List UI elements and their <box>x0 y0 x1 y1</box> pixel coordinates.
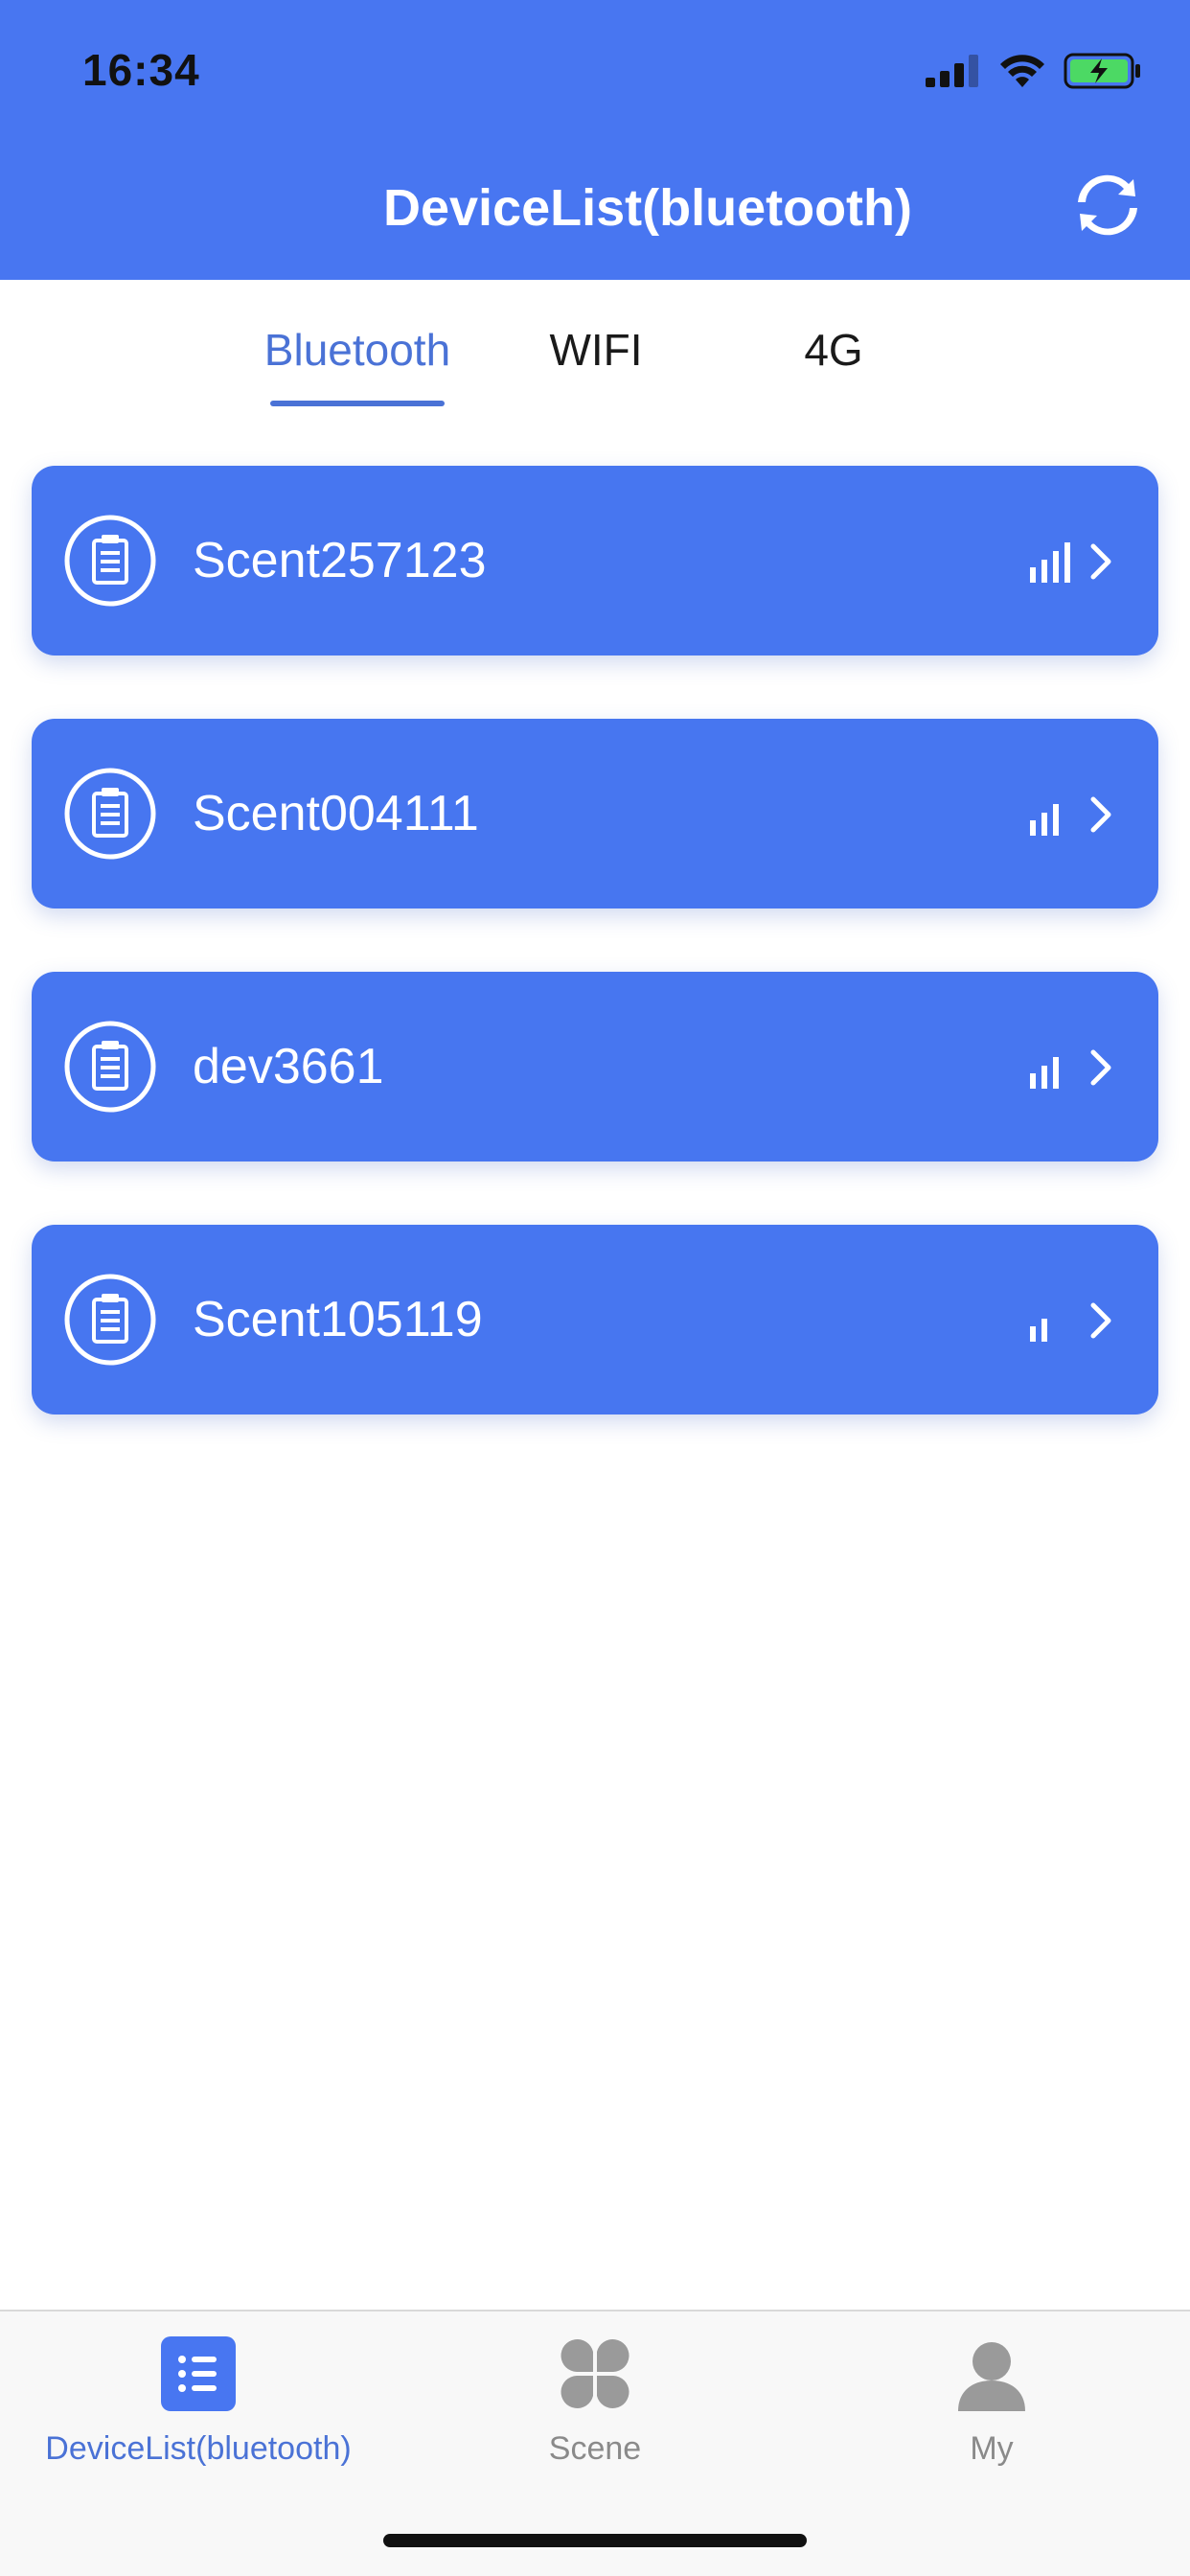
clover-icon <box>561 2339 629 2408</box>
battery-charging-icon <box>1064 53 1140 89</box>
active-tab-indicator <box>270 401 445 406</box>
chevron-right-icon <box>1090 1302 1111 1339</box>
wifi-icon <box>1000 55 1044 87</box>
device-clipboard-icon <box>64 768 156 860</box>
person-icon <box>958 2342 1025 2411</box>
refresh-icon <box>1078 174 1137 236</box>
signal-strength-icon <box>1030 542 1070 583</box>
list-icon <box>161 2336 236 2411</box>
status-icons <box>926 50 1142 92</box>
cellular-signal-icon <box>926 55 978 87</box>
tab-4g[interactable]: 4G <box>786 324 881 376</box>
device-clipboard-icon <box>64 1274 156 1366</box>
device-name: Scent257123 <box>193 533 487 588</box>
signal-strength-icon <box>1030 804 1059 836</box>
nav-device-list[interactable]: DeviceList(bluetooth) <box>0 2334 397 2468</box>
page-title: DeviceList(bluetooth) <box>382 179 913 237</box>
signal-strength-icon <box>1030 1319 1047 1342</box>
nav-label: Scene <box>548 2430 642 2467</box>
signal-strength-icon <box>1030 1057 1059 1089</box>
device-item[interactable]: Scent257123 <box>32 466 1158 656</box>
device-item[interactable]: dev3661 <box>32 972 1158 1162</box>
device-clipboard-icon <box>64 1021 156 1113</box>
chevron-right-icon <box>1090 543 1111 580</box>
nav-my[interactable]: My <box>793 2334 1190 2468</box>
nav-label: My <box>970 2430 1014 2467</box>
status-time: 16:34 <box>82 45 200 95</box>
device-name: dev3661 <box>193 1039 384 1094</box>
chevron-right-icon <box>1090 796 1111 833</box>
device-clipboard-icon <box>64 515 156 607</box>
tab-bluetooth[interactable]: Bluetooth <box>251 324 464 376</box>
refresh-button[interactable] <box>1071 169 1144 242</box>
nav-scene[interactable]: Scene <box>397 2334 793 2468</box>
device-name: Scent105119 <box>193 1292 483 1347</box>
device-list-screen: 16:34 DeviceList(bluetooth) Bluetooth WI… <box>0 0 1190 2576</box>
header: 16:34 DeviceList(bluetooth) <box>0 0 1190 280</box>
home-indicator <box>383 2534 807 2547</box>
nav-label: DeviceList(bluetooth) <box>45 2430 352 2467</box>
connection-tabs: Bluetooth WIFI 4G <box>0 280 1190 408</box>
device-name: Scent004111 <box>193 786 479 841</box>
device-item[interactable]: Scent105119 <box>32 1225 1158 1414</box>
tab-wifi[interactable]: WIFI <box>531 324 661 376</box>
chevron-right-icon <box>1090 1049 1111 1086</box>
device-item[interactable]: Scent004111 <box>32 719 1158 908</box>
